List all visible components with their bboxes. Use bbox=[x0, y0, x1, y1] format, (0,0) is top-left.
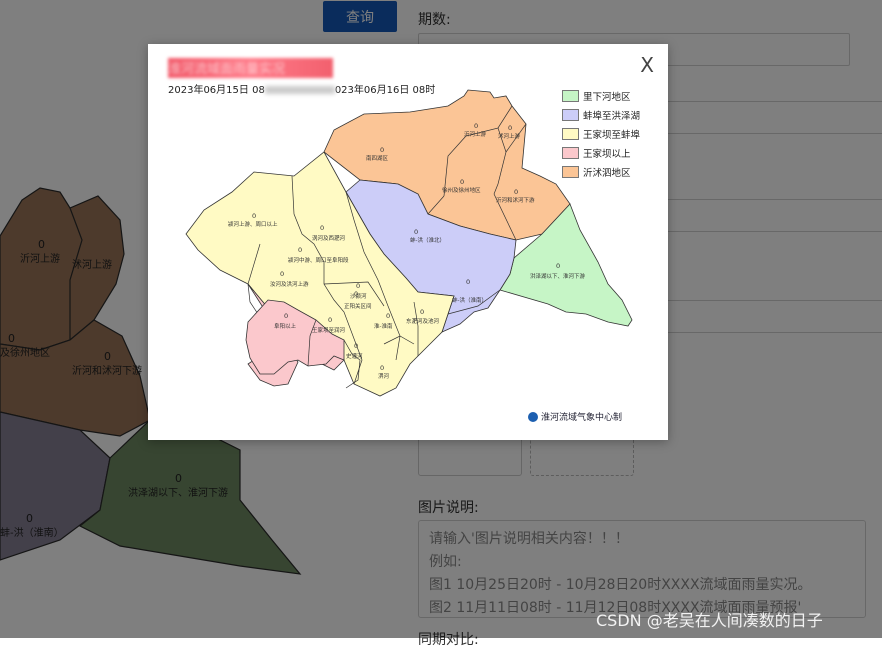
region-value: 0 bbox=[328, 316, 332, 324]
region-label: 王家坝至润河 bbox=[312, 326, 346, 334]
region-value: 0 bbox=[386, 312, 390, 320]
region-value: 0 bbox=[420, 308, 424, 316]
legend-swatch bbox=[562, 127, 579, 140]
region-label: 汝河及洪河上游 bbox=[270, 280, 309, 288]
legend-item: 王家坝以上 bbox=[562, 143, 640, 162]
region-value: 0 bbox=[380, 146, 384, 154]
region-value: 0 bbox=[414, 228, 418, 236]
legend-item: 里下河地区 bbox=[562, 86, 640, 105]
region-label: 洪泽湖以下、淮河下游 bbox=[530, 272, 586, 280]
region-label: 淮-淮南 bbox=[374, 322, 393, 330]
region-value: 0 bbox=[466, 278, 470, 286]
region-value: 0 bbox=[252, 212, 256, 220]
map-legend: 里下河地区 蚌埠至洪泽湖 王家坝至蚌埠 王家坝以上 沂沭泗地区 bbox=[562, 86, 640, 181]
region-label: 颍河中游、周口至阜阳段 bbox=[288, 256, 349, 264]
region-label: 东淝河及池河 bbox=[406, 317, 440, 325]
region-label: 正阳关区间 bbox=[344, 302, 372, 310]
legend-swatch bbox=[562, 89, 579, 102]
region-label: 徐州及徐州地区 bbox=[442, 186, 481, 194]
logo-icon bbox=[528, 411, 538, 422]
legend-swatch bbox=[562, 165, 579, 178]
region-label: 蚌-洪（淮南） bbox=[452, 296, 487, 304]
watermark: CSDN @老吴在人间凑数的日子 bbox=[596, 611, 823, 630]
region-value: 0 bbox=[284, 312, 288, 320]
region-value: 0 bbox=[508, 124, 512, 132]
region-value: 0 bbox=[320, 224, 324, 232]
region-label: 沂河和沭河下游 bbox=[496, 196, 535, 204]
legend-item: 蚌埠至洪泽湖 bbox=[562, 105, 640, 124]
region-value: 0 bbox=[474, 122, 478, 130]
legend-item: 沂沭泗地区 bbox=[562, 162, 640, 181]
region-label: 涡河及西淝河 bbox=[312, 234, 346, 242]
legend-label: 里下河地区 bbox=[583, 91, 631, 103]
legend-label: 王家坝至蚌埠 bbox=[583, 129, 641, 141]
region-label: 史灌河 bbox=[346, 352, 363, 360]
legend-swatch bbox=[562, 108, 579, 121]
legend-item: 王家坝至蚌埠 bbox=[562, 124, 640, 143]
map-credit: 淮河流域气象中心制 bbox=[528, 410, 622, 423]
region-value: 0 bbox=[380, 364, 384, 372]
region-label: 阜阳以上 bbox=[274, 322, 297, 330]
region-value: 0 bbox=[280, 270, 284, 278]
region-value: 0 bbox=[354, 342, 358, 350]
region-value: 0 bbox=[356, 282, 360, 290]
region-value: 0 bbox=[354, 290, 358, 298]
legend-label: 蚌埠至洪泽湖 bbox=[583, 110, 641, 122]
region-label: 蚌-洪（淮北） bbox=[410, 236, 445, 244]
region-value: 0 bbox=[460, 178, 464, 186]
legend-swatch bbox=[562, 146, 579, 159]
region-label: 南四湖区 bbox=[366, 154, 389, 162]
credit-text: 淮河流域气象中心制 bbox=[541, 413, 623, 423]
region-label: 沙颍河 bbox=[350, 292, 367, 300]
map-preview-modal: 淮河流域面雨量实况 2023年06月15日 08 023年06月16日 08时 X… bbox=[148, 44, 668, 440]
region-label: 沂河上游 bbox=[464, 130, 487, 138]
region-value: 0 bbox=[514, 188, 518, 196]
region-label: 沭河上游 bbox=[498, 132, 521, 140]
region-label: 颍河上游、周口以上 bbox=[228, 220, 278, 228]
legend-label: 王家坝以上 bbox=[583, 148, 631, 160]
region-value: 0 bbox=[556, 262, 560, 270]
legend-label: 沂沭泗地区 bbox=[583, 167, 631, 179]
region-label: 淠河 bbox=[378, 372, 390, 380]
region-value: 0 bbox=[298, 246, 302, 254]
